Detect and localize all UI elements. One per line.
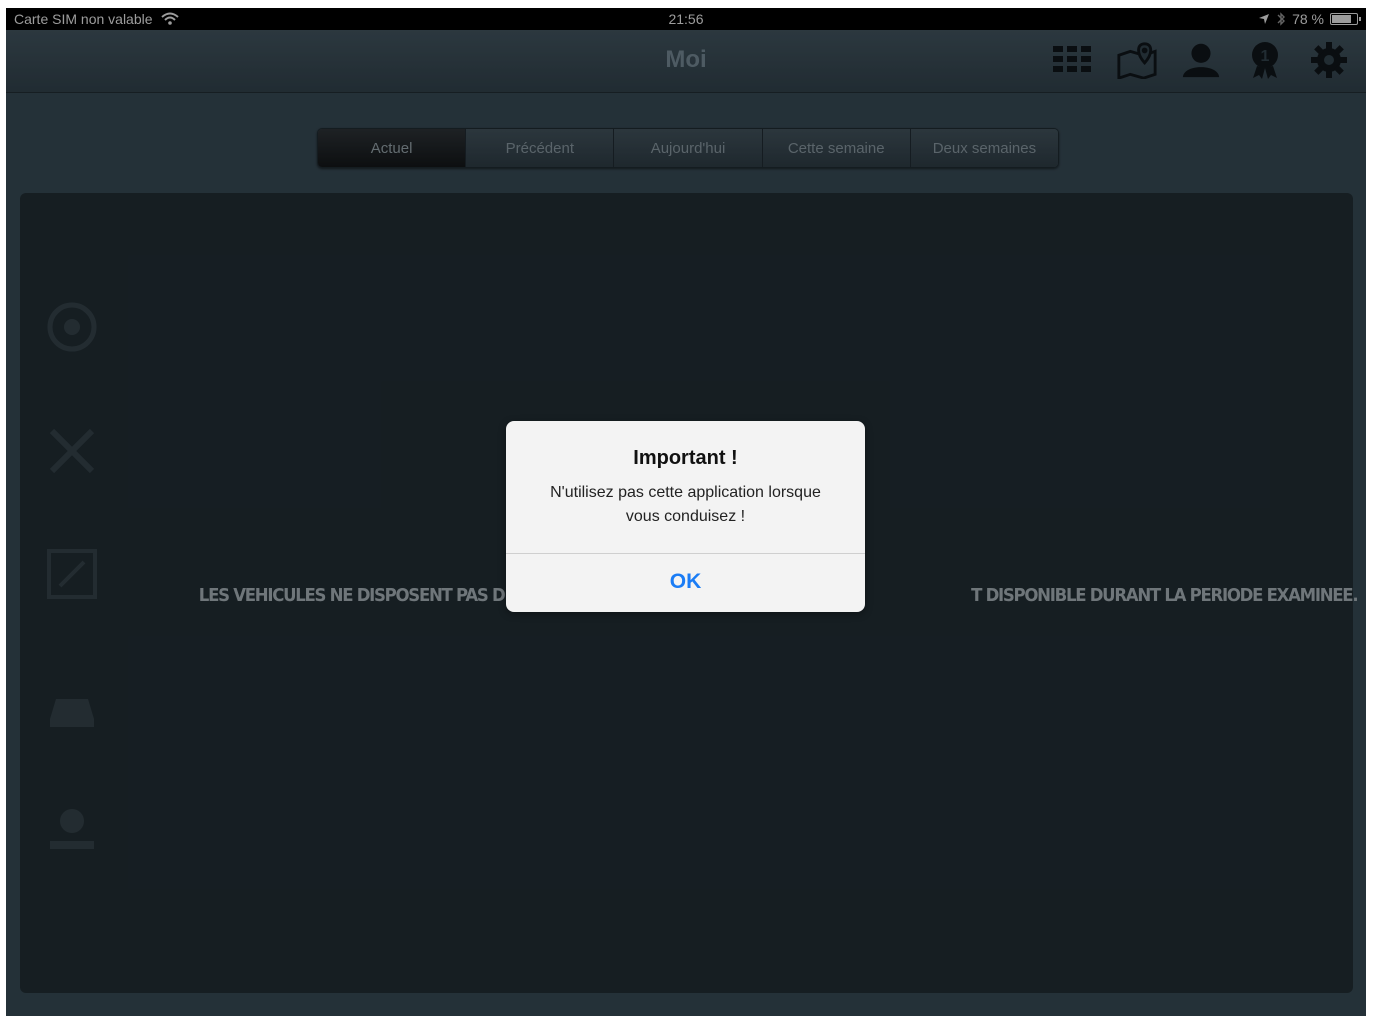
app-screen: Carte SIM non valable 21:56 78 % Moi 1 A…	[6, 8, 1366, 1016]
ok-button[interactable]: OK	[506, 554, 865, 612]
alert-title: Important !	[633, 447, 738, 469]
alert-dialog: Important ! N'utilisez pas cette applica…	[506, 421, 865, 612]
alert-message: N'utilisez pas cette application lorsque…	[550, 484, 821, 525]
